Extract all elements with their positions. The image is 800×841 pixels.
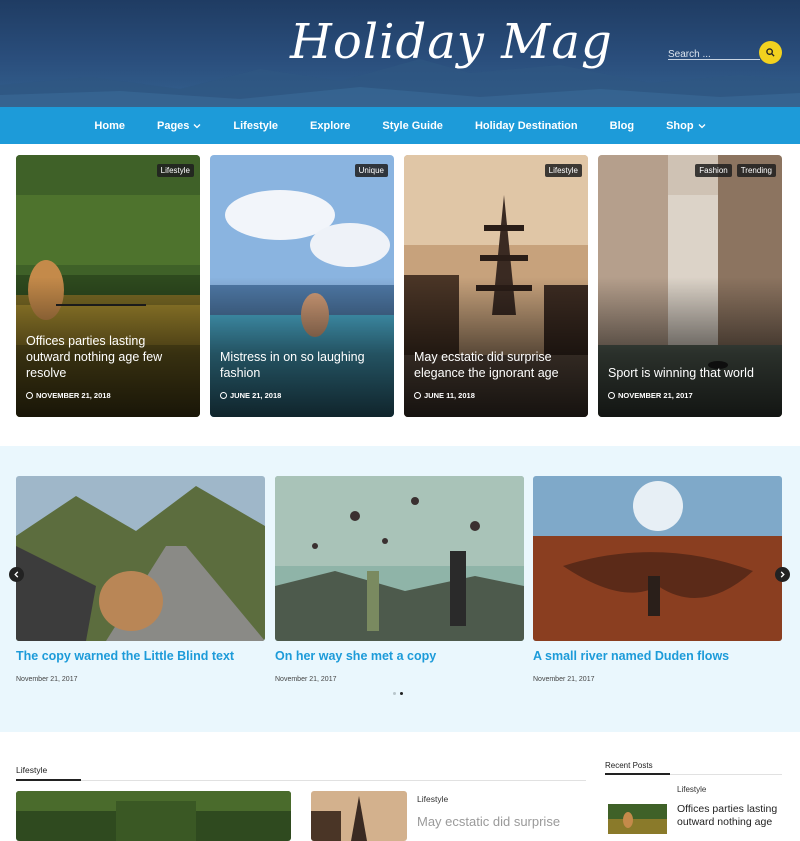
clock-icon <box>608 392 615 399</box>
slide-date: November 21, 2017 <box>275 676 337 683</box>
category-tag[interactable]: Trending <box>736 164 776 177</box>
sidebar-heading-recent-posts: Recent Posts <box>605 761 653 770</box>
slide-title[interactable]: On her way she met a copy <box>275 649 524 663</box>
slide[interactable]: On her way she met a copy November 21, 2… <box>275 476 524 683</box>
card-date: JUNE 11, 2018 <box>414 391 475 400</box>
category-tag[interactable]: Lifestyle <box>156 164 194 177</box>
card-date: NOVEMBER 21, 2017 <box>608 391 693 400</box>
featured-card[interactable]: Fashion Trending Sport is winning that w… <box>598 155 782 417</box>
slide-image[interactable] <box>533 476 782 641</box>
clock-icon <box>26 392 33 399</box>
post-category[interactable]: Lifestyle <box>417 794 448 804</box>
section-divider-accent <box>16 779 81 781</box>
card-date-text: JUNE 21, 2018 <box>230 391 282 400</box>
featured-card[interactable]: Lifestyle Offices parties lasting outwar… <box>16 155 200 417</box>
slide[interactable]: The copy warned the Little Blind text No… <box>16 476 265 683</box>
nav-label: Shop <box>666 119 694 132</box>
image-forest <box>16 791 291 841</box>
image-balloons <box>275 476 524 641</box>
clock-icon <box>414 392 421 399</box>
search-box <box>668 44 760 62</box>
slide-title[interactable]: A small river named Duden flows <box>533 649 782 663</box>
slide-image[interactable] <box>275 476 524 641</box>
slide[interactable]: A small river named Duden flows November… <box>533 476 782 683</box>
card-date-text: NOVEMBER 21, 2017 <box>618 391 693 400</box>
slide-date: November 21, 2017 <box>16 676 78 683</box>
slider-dot-active[interactable] <box>400 692 403 695</box>
slider-pagination <box>393 692 403 695</box>
nav-label: Holiday Destination <box>474 119 578 132</box>
nav-item-home[interactable]: Home <box>94 120 125 132</box>
nav-label: Style Guide <box>382 119 443 132</box>
chevron-left-icon <box>14 571 19 578</box>
recent-post-title[interactable]: Offices parties lasting outward nothing … <box>677 803 787 829</box>
main-navigation: Home Pages Lifestyle Explore Style Guide… <box>0 107 800 144</box>
recent-post-category[interactable]: Lifestyle <box>677 785 706 794</box>
post-slider: The copy warned the Little Blind text No… <box>0 446 800 732</box>
featured-posts: Lifestyle Offices parties lasting outwar… <box>16 155 784 417</box>
slide-title[interactable]: The copy warned the Little Blind text <box>16 649 265 663</box>
slider-dot[interactable] <box>393 692 396 695</box>
site-logo[interactable]: Holiday Mag <box>290 14 613 70</box>
card-date: NOVEMBER 21, 2018 <box>26 391 111 400</box>
nav-label: Blog <box>609 119 635 132</box>
card-date-text: JUNE 11, 2018 <box>424 391 475 400</box>
nav-label: Home <box>94 119 125 132</box>
nav-item-holiday-destination[interactable]: Holiday Destination <box>475 120 578 132</box>
category-tag[interactable]: Unique <box>354 164 388 177</box>
category-tag[interactable]: Lifestyle <box>544 164 582 177</box>
nav-label: Pages <box>156 119 190 132</box>
section-heading-lifestyle[interactable]: Lifestyle <box>16 765 47 775</box>
site-header: Holiday Mag <box>0 0 800 107</box>
nav-item-shop[interactable]: Shop <box>666 120 706 132</box>
card-tags: Fashion Trending <box>695 164 776 177</box>
sidebar-divider <box>605 773 782 775</box>
lifestyle-thumb-image[interactable] <box>311 791 407 841</box>
section-divider <box>16 779 586 781</box>
nav-label: Explore <box>310 119 351 132</box>
image-pagoda-thumb <box>311 791 407 841</box>
card-title[interactable]: Offices parties lasting outward nothing … <box>26 333 190 381</box>
slider-next-button[interactable] <box>775 567 790 582</box>
nav-item-lifestyle[interactable]: Lifestyle <box>233 120 278 132</box>
category-tag[interactable]: Fashion <box>695 164 732 177</box>
nav-item-blog[interactable]: Blog <box>610 120 634 132</box>
clock-icon <box>220 392 227 399</box>
card-title[interactable]: Mistress in on so laughing fashion <box>220 349 384 381</box>
slider-prev-button[interactable] <box>9 567 24 582</box>
slide-image[interactable] <box>16 476 265 641</box>
card-date: JUNE 21, 2018 <box>220 391 281 400</box>
post-title[interactable]: May ecstatic did surprise <box>417 814 560 829</box>
image-canyon <box>533 476 782 641</box>
card-tags: Lifestyle <box>156 164 194 177</box>
image-road-trip <box>16 476 265 641</box>
card-title[interactable]: May ecstatic did surprise elegance the i… <box>414 349 578 381</box>
nav-item-explore[interactable]: Explore <box>310 120 350 132</box>
chevron-down-icon <box>193 123 201 128</box>
sidebar-divider-accent <box>605 773 670 775</box>
card-title[interactable]: Sport is winning that world <box>608 365 772 381</box>
card-tags: Lifestyle <box>544 164 582 177</box>
slide-date: November 21, 2017 <box>533 676 595 683</box>
chevron-right-icon <box>780 571 785 578</box>
search-icon <box>766 48 775 57</box>
search-input[interactable] <box>668 47 760 62</box>
card-tags: Unique <box>354 164 388 177</box>
chevron-down-icon <box>698 123 706 128</box>
nav-label: Lifestyle <box>233 119 279 132</box>
featured-card[interactable]: Unique Mistress in on so laughing fashio… <box>210 155 394 417</box>
search-button[interactable] <box>759 41 782 64</box>
nav-item-style-guide[interactable]: Style Guide <box>382 120 443 132</box>
nav-item-pages[interactable]: Pages <box>157 120 201 132</box>
card-date-text: NOVEMBER 21, 2018 <box>36 391 111 400</box>
featured-card[interactable]: Lifestyle May ecstatic did surprise eleg… <box>404 155 588 417</box>
lifestyle-main-image[interactable] <box>16 791 291 841</box>
